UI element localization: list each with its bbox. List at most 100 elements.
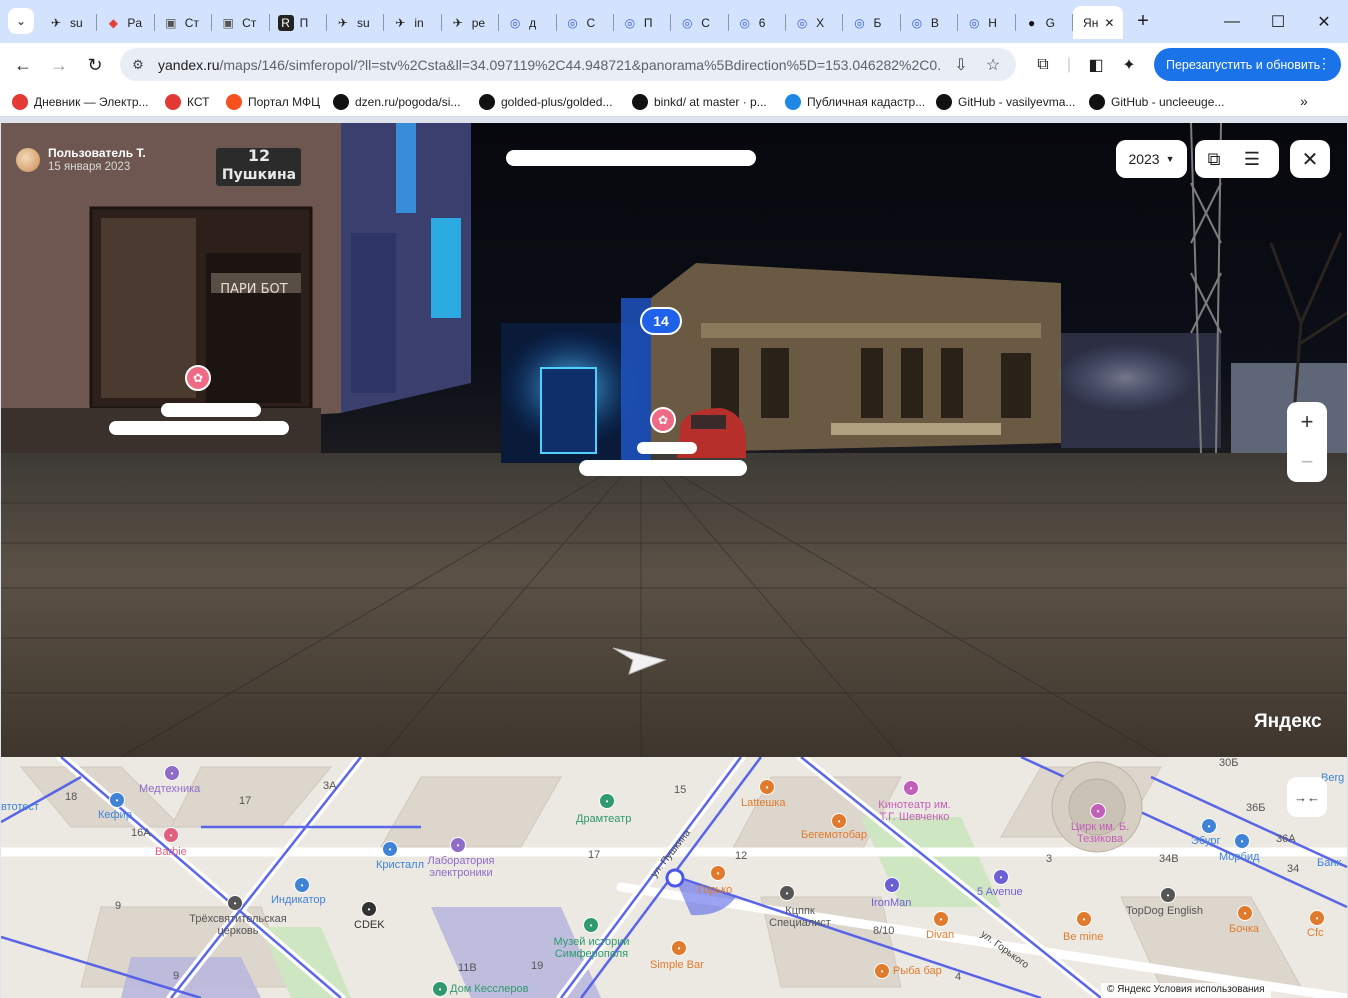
map-poi-pin-icon[interactable]: • xyxy=(1237,905,1253,921)
map-poi-label[interactable]: Кинотеатр им. Т.Г. Шевченко xyxy=(872,799,957,823)
map-poi-label[interactable]: Рыба бар xyxy=(893,965,942,977)
map-poi-label[interactable]: Цирк им. Б. Тезикова xyxy=(1064,821,1136,845)
site-settings-icon[interactable]: ⚙ xyxy=(128,55,148,75)
map-poi-pin-icon[interactable]: • xyxy=(1234,833,1250,849)
map-poi-pin-icon[interactable]: • xyxy=(583,917,599,933)
address-bar[interactable]: ⚙ yandex.ru/maps/146/simferopol/?ll=stv%… xyxy=(120,48,1016,81)
map-poi-pin-icon[interactable]: • xyxy=(382,841,398,857)
map-poi-label[interactable]: Медтехника xyxy=(139,783,200,795)
browser-tab[interactable]: ✈ pe xyxy=(442,6,500,39)
reload-button[interactable]: ↻ xyxy=(79,49,111,81)
browser-tab[interactable]: ✈ in xyxy=(384,6,442,39)
collapse-map-button[interactable]: →← xyxy=(1287,777,1327,817)
close-panorama-button[interactable]: ✕ xyxy=(1290,140,1330,178)
browser-tab[interactable]: ◎ П xyxy=(614,6,672,39)
bookmarks-overflow-button[interactable]: » xyxy=(1300,93,1308,109)
browser-tab[interactable]: ◎ Н xyxy=(958,6,1016,39)
panorama-author[interactable]: Пользователь Т. 15 января 2023 xyxy=(16,146,146,173)
map-poi-label[interactable]: Морбид xyxy=(1219,851,1259,863)
map-poi-label[interactable]: Банк xyxy=(1317,857,1341,869)
bookmark-item[interactable]: GitHub - uncleeuge... xyxy=(1089,93,1224,111)
map-poi-label[interactable]: IronMan xyxy=(871,897,911,909)
close-window-button[interactable]: ✕ xyxy=(1300,0,1348,43)
map-poi-label[interactable]: Бегемотобар xyxy=(801,829,867,841)
tab-search-button[interactable]: ⌄ xyxy=(8,8,34,34)
bookmark-item[interactable]: Дневник — Электр... xyxy=(12,93,149,111)
map-poi-pin-icon[interactable]: • xyxy=(164,765,180,781)
map-poi-pin-icon[interactable]: • xyxy=(884,877,900,893)
map-poi-label[interactable]: Lattешка xyxy=(741,797,785,809)
bookmark-item[interactable]: golded-plus/golded... xyxy=(479,93,612,111)
mini-map[interactable]: Медтехника • Кефир • Barbie • втотест Кристалл •… xyxy=(1,757,1347,998)
map-poi-label[interactable]: Cfc xyxy=(1307,927,1324,939)
map-poi-pin-icon[interactable]: • xyxy=(671,940,687,956)
map-poi-pin-icon[interactable]: • xyxy=(759,779,775,795)
bookmark-star-icon[interactable]: ☆ xyxy=(982,54,1004,76)
map-poi-pin-icon[interactable]: • xyxy=(1076,911,1092,927)
map-poi-pin-icon[interactable]: • xyxy=(831,813,847,829)
more-menu-icon[interactable]: ⋮ xyxy=(1317,55,1331,72)
browser-tab[interactable]: ◎ В xyxy=(901,6,959,39)
map-poi-pin-icon[interactable]: • xyxy=(1160,887,1176,903)
map-poi-pin-icon[interactable]: • xyxy=(903,780,919,796)
map-poi-pin-icon[interactable]: • xyxy=(163,827,179,843)
map-poi-label[interactable]: Лаборатория электроники xyxy=(421,855,501,879)
extensions-icon[interactable]: ⧉ xyxy=(1032,54,1054,76)
browser-tab[interactable]: ▣ Ст xyxy=(212,6,270,39)
street-panorama[interactable]: 12 Пушкина ПАРИ БОТ Пользователь Т. 15 я… xyxy=(1,123,1347,757)
move-forward-arrow-icon[interactable] xyxy=(611,646,667,676)
map-copyright[interactable]: © Яндекс Условия использования xyxy=(1101,983,1271,998)
map-poi-pin-icon[interactable]: • xyxy=(1201,818,1217,834)
install-app-icon[interactable]: ⇩ xyxy=(950,54,972,76)
browser-tab[interactable]: ◎ Б xyxy=(843,6,901,39)
browser-tab[interactable]: ◎ д xyxy=(499,6,557,39)
bookmark-item[interactable]: Публичная кадастр... xyxy=(785,93,925,111)
poi-flower-icon[interactable]: ✿ xyxy=(185,365,211,391)
map-poi-label[interactable]: Музей истории Симферополя xyxy=(549,936,634,960)
map-poi-label[interactable]: 5 Avenue xyxy=(977,886,1023,898)
browser-tab[interactable]: ✈ su xyxy=(327,6,385,39)
bookmark-item[interactable]: Портал МФЦ xyxy=(226,93,320,111)
map-poi-label[interactable]: CDEK xyxy=(354,919,385,931)
map-poi-label[interactable]: TopDog English xyxy=(1126,905,1203,917)
map-poi-label[interactable]: Кцппк Специалист xyxy=(768,905,832,929)
map-poi-label[interactable]: Бочка xyxy=(1229,923,1259,935)
zoom-in-button[interactable]: + xyxy=(1287,402,1327,442)
extension-pin-icon[interactable]: ✦ xyxy=(1118,54,1140,76)
map-poi-pin-icon[interactable]: • xyxy=(450,837,466,853)
browser-tab[interactable]: ✈ su xyxy=(40,6,98,39)
map-poi-label[interactable]: Divan xyxy=(926,929,954,941)
map-poi-pin-icon[interactable]: • xyxy=(933,911,949,927)
browser-tab[interactable]: ● G xyxy=(1016,6,1074,39)
map-poi-pin-icon[interactable]: • xyxy=(1309,910,1325,926)
forward-button[interactable]: → xyxy=(43,49,75,81)
browser-tab-active[interactable]: Ян ✕ xyxy=(1073,6,1124,39)
map-poi-label[interactable]: Simple Bar xyxy=(650,959,704,971)
bookmark-item[interactable]: dzen.ru/pogoda/si... xyxy=(333,93,460,111)
map-poi-label[interactable]: Драмтеатр xyxy=(576,813,631,825)
map-poi-label[interactable]: Be mine xyxy=(1063,931,1103,943)
map-poi-pin-icon[interactable]: • xyxy=(599,793,615,809)
map-poi-pin-icon[interactable]: • xyxy=(361,901,377,917)
map-poi-pin-icon[interactable]: • xyxy=(779,885,795,901)
browser-tab[interactable]: RП xyxy=(270,6,327,39)
year-selector[interactable]: 2023 ▼ xyxy=(1116,140,1187,178)
map-poi-label[interactable]: Индикатор xyxy=(271,894,326,906)
restart-update-button[interactable]: Перезапустить и обновить ⋮ xyxy=(1154,48,1341,81)
browser-tab[interactable]: ◎ 6 xyxy=(729,6,787,39)
close-tab-icon[interactable]: ✕ xyxy=(1104,16,1114,30)
map-poi-label[interactable]: Barbie xyxy=(155,846,187,858)
side-panel-icon[interactable]: ◧ xyxy=(1085,54,1107,76)
map-poi-label[interactable]: Горько xyxy=(698,884,732,896)
map-poi-label[interactable]: Трёхсвятительская церковь xyxy=(183,913,293,937)
map-poi-label[interactable]: Дом Кесслеров xyxy=(450,983,528,995)
map-poi-pin-icon[interactable]: • xyxy=(993,869,1009,885)
map-poi-pin-icon[interactable]: • xyxy=(227,895,243,911)
bookmark-item[interactable]: binkd/ at master · p... xyxy=(632,93,767,111)
map-poi-pin-icon[interactable]: • xyxy=(432,981,448,997)
back-button[interactable]: ← xyxy=(7,49,39,81)
zoom-out-button[interactable]: − xyxy=(1287,442,1327,482)
poi-flower-icon[interactable]: ✿ xyxy=(650,407,676,433)
minimize-button[interactable]: — xyxy=(1208,0,1256,43)
building-number-badge[interactable]: 14 xyxy=(640,307,682,335)
